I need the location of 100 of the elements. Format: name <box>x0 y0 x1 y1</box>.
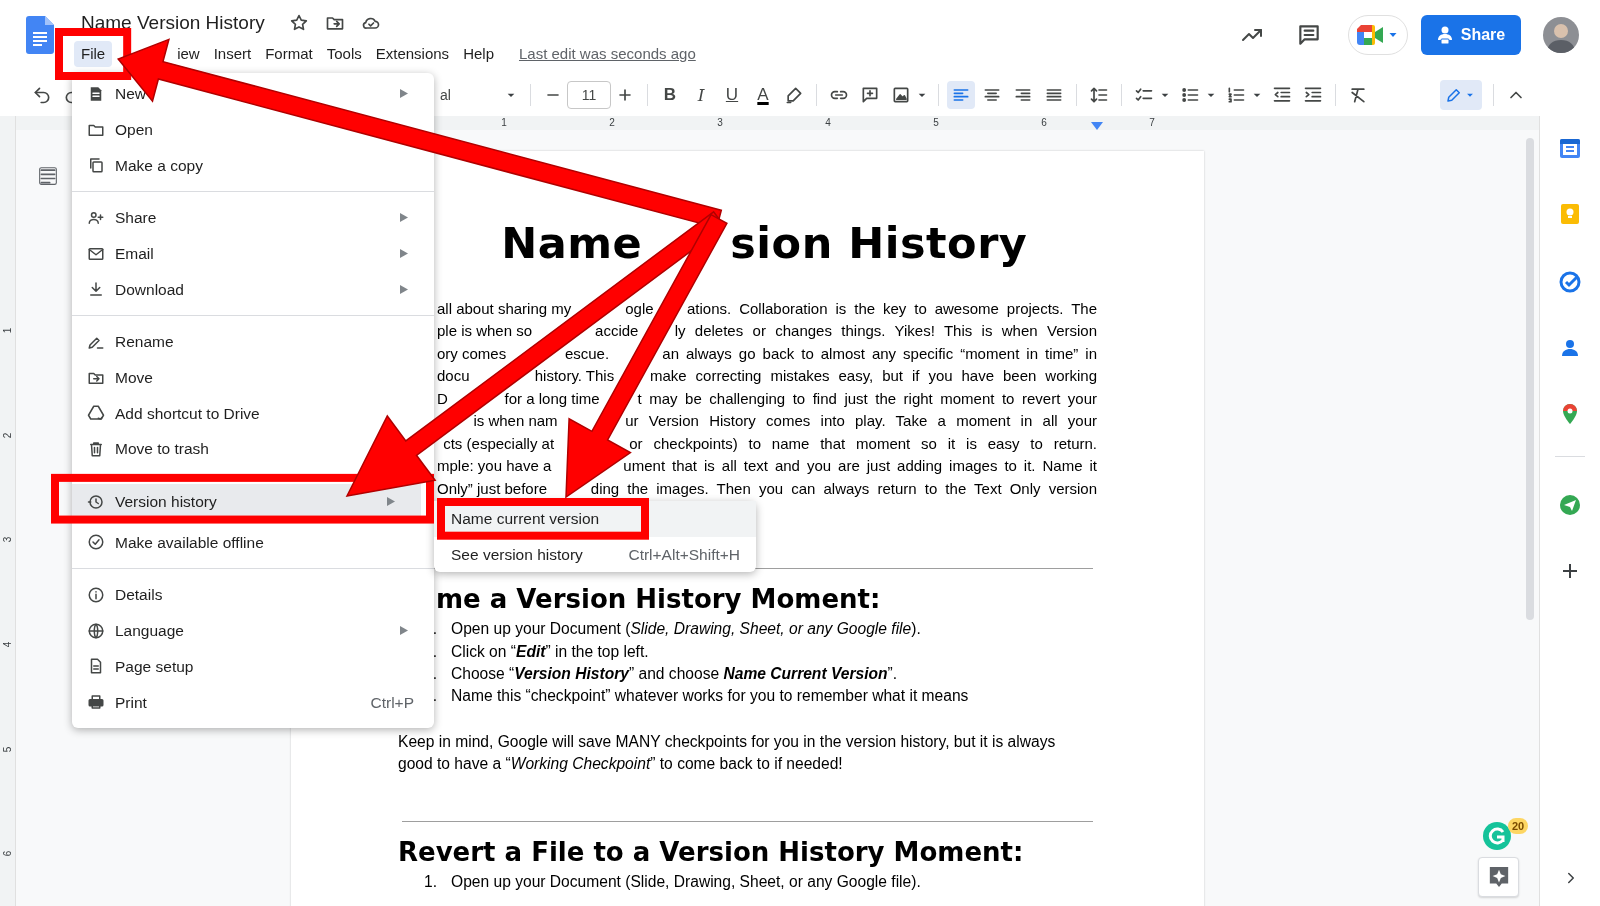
add-comment-icon[interactable] <box>860 85 880 105</box>
menu-item[interactable]: Make available offline <box>72 524 434 561</box>
sparkle-icon <box>1487 865 1510 889</box>
clear-formatting-icon[interactable] <box>1348 85 1368 105</box>
format-button[interactable]: I <box>687 81 715 109</box>
menu-item[interactable]: Make a copy <box>72 147 434 184</box>
ruler-number: 1 <box>1 327 14 334</box>
menu-item[interactable]: Language <box>72 612 434 649</box>
ruler-number: 6 <box>1 850 14 857</box>
text-fragment: history. This <box>534 366 615 387</box>
menu-item[interactable]: Download <box>72 271 434 308</box>
indent-icon[interactable] <box>1303 85 1323 105</box>
menu-bar-item[interactable]: File <box>74 41 113 67</box>
paper-plane-icon[interactable] <box>1558 493 1582 517</box>
menu-item[interactable]: New <box>72 76 434 112</box>
document-heading: Name sion History <box>500 217 1029 270</box>
menu-item[interactable]: Add shortcut to Drive <box>72 395 434 432</box>
share-button[interactable]: Share <box>1421 15 1521 55</box>
section-heading: Revert a File to a Version History Moment: <box>398 835 1024 869</box>
image-icon[interactable] <box>891 85 911 105</box>
comment-icon[interactable] <box>1296 22 1322 48</box>
menu-bar-item[interactable]: Extensions <box>368 41 457 67</box>
drive-shortcut-icon <box>86 404 106 423</box>
text-fragment: ory comes <box>437 343 507 364</box>
menu-bar-item[interactable]: Insert <box>206 41 259 67</box>
ruler-number: 5 <box>1 746 14 752</box>
outdent-icon[interactable] <box>1272 85 1292 105</box>
ruler-number: 3 <box>1 536 14 543</box>
printer-icon <box>86 693 106 712</box>
ruler-number: 2 <box>609 117 615 128</box>
text-fragment: ur Version History comes into play. Take a moment in all your <box>625 411 1097 432</box>
menu-item[interactable]: Print Ctrl+P <box>72 684 434 720</box>
menu-item[interactable]: Email <box>72 235 434 272</box>
text-fragment: ple is when so <box>437 321 533 342</box>
docs-logo-icon[interactable] <box>26 16 54 54</box>
notification-count: 20 <box>1508 818 1529 834</box>
text-fragment: docu <box>437 366 470 387</box>
list-number: . <box>432 687 437 705</box>
menu-item[interactable]: Move <box>72 359 434 396</box>
menu-bar-item[interactable]: Format <box>258 41 320 67</box>
ruler-number: 1 <box>501 117 507 128</box>
menu-item[interactable]: Page setup <box>72 648 434 685</box>
list-item: Open up your Document (Slide, Drawing, Sheet, or any Google file). <box>451 619 921 640</box>
font-name[interactable]: al <box>440 84 504 106</box>
text-fragment: escue. <box>564 343 610 364</box>
menu-item[interactable]: Details <box>72 577 434 613</box>
text-fragment: ogle <box>625 299 654 319</box>
last-edit-link[interactable]: Last edit was seconds ago <box>519 42 696 66</box>
list-number: . <box>432 642 437 660</box>
offline-check-icon <box>86 533 106 552</box>
text-fragment: ly deletes or changes things. Yikes! This is when Version <box>674 321 1097 342</box>
scrollbar[interactable] <box>1526 138 1534 620</box>
align-left-button[interactable] <box>947 81 975 109</box>
text-fragment: or checkpoints) to name that moment so it is easy to return. <box>629 433 1097 454</box>
format-button[interactable]: B <box>656 81 684 109</box>
list-number: . <box>432 620 437 638</box>
highlighter-icon[interactable] <box>784 85 804 105</box>
format-button[interactable]: U <box>718 81 746 109</box>
person-lock-icon <box>1436 26 1453 44</box>
ruler-number: 5 <box>933 117 939 128</box>
bulleted-list-icon[interactable] <box>1180 85 1200 105</box>
pencil-icon <box>1445 86 1463 104</box>
text-fragment: Only” just before <box>437 478 548 499</box>
list-item: Open up your Document (Slide, Drawing, Sheet, or any Google file). <box>451 871 921 892</box>
explore-button[interactable] <box>1478 857 1519 897</box>
menu-item[interactable]: Move to trash <box>72 431 434 467</box>
ruler-number: 4 <box>825 117 831 128</box>
font-size-field[interactable]: 11 <box>567 81 611 109</box>
text-fragment: ument that is all text and you are just adding images to it. Name it <box>623 456 1097 477</box>
menu-bar-item[interactable]: iew <box>170 41 207 67</box>
ruler-number: 2 <box>1 432 14 438</box>
star-icon[interactable] <box>288 13 309 33</box>
menu-item[interactable]: See version history Ctrl+Alt+Shift+H <box>434 536 756 573</box>
menu-item[interactable]: Rename <box>72 324 434 360</box>
avatar[interactable] <box>1543 17 1579 53</box>
tab-stop-icon[interactable] <box>1091 122 1103 130</box>
numbered-list-icon[interactable] <box>1226 85 1246 105</box>
meet-button[interactable] <box>1348 15 1408 55</box>
text-fragment: D <box>437 388 448 409</box>
paragraph: Keep in mind, Google will save MANY checkpoints for you in the version history, but it is always good to have a “Working Checkpoint” to come back to if needed! <box>398 731 1057 775</box>
clock-icon <box>86 492 106 511</box>
menu-item[interactable]: Open <box>72 111 434 148</box>
menu-bar-item[interactable]: Tools <box>319 41 369 67</box>
list-item: Click on “Edit” in the top left. <box>451 641 649 662</box>
globe-icon <box>86 621 106 640</box>
text-fragment: ations. Collaboration is the key to awesome projects. The <box>687 299 1097 319</box>
calendar-icon[interactable] <box>1558 136 1582 160</box>
format-button[interactable]: A <box>749 81 777 109</box>
outline-icon[interactable] <box>38 166 58 186</box>
menu-item[interactable]: Share <box>72 200 434 236</box>
tasks-icon[interactable] <box>1558 270 1582 294</box>
list-item: Name this “checkpoint” whatever works for you to remember what it means <box>451 686 969 707</box>
menu-bar-item[interactable]: Help <box>456 41 501 67</box>
editing-mode-button[interactable] <box>1440 80 1482 110</box>
info-icon <box>86 586 106 605</box>
text-fragment: for a long time <box>504 388 600 409</box>
text-fragment: accide <box>595 321 639 342</box>
line-spacing-icon[interactable] <box>1089 85 1109 105</box>
text-fragment: make correcting mistakes easy, but if you have been working <box>649 366 1097 387</box>
undo-icon[interactable] <box>32 85 52 105</box>
